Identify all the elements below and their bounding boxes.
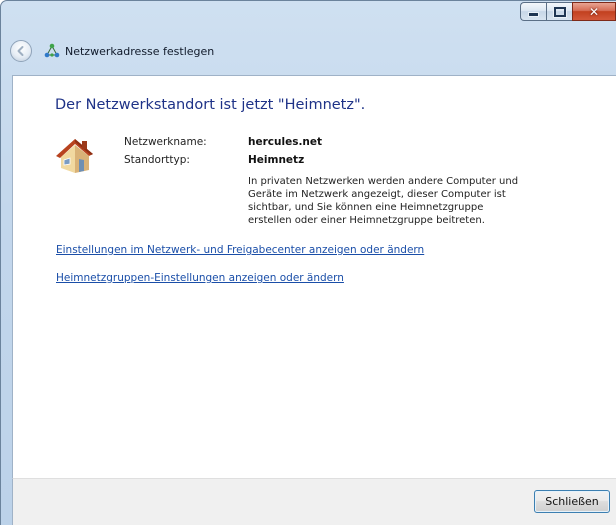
minimize-icon [528,12,539,17]
back-button[interactable] [10,40,32,62]
back-arrow-icon [17,46,24,56]
page-heading: Der Netzwerkstandort ist jetzt "Heimnetz… [55,97,366,113]
dialog-window: ✕ Netzwerkadresse festlegen Der Netzwerk… [0,0,616,525]
dialog-header: Netzwerkadresse festlegen [1,29,616,73]
homegroup-settings-link[interactable]: Heimnetzgruppen-Einstellungen anzeigen o… [56,272,344,284]
location-description: In privaten Netzwerken werden andere Com… [248,175,548,227]
dialog-title: Netzwerkadresse festlegen [65,44,215,58]
close-button[interactable]: Schließen [534,490,610,513]
caption-buttons: ✕ [520,2,616,22]
close-icon: ✕ [588,4,600,19]
network-name-label: Netzwerkname: [124,136,207,148]
content-panel: Der Netzwerkstandort ist jetzt "Heimnetz… [12,75,616,479]
maximize-button[interactable] [546,2,572,21]
house-icon [56,139,93,173]
description-line: In privaten Netzwerken werden andere Com… [248,176,519,187]
minimize-button[interactable] [520,2,546,21]
network-center-link[interactable]: Einstellungen im Netzwerk- und Freigabec… [56,244,424,256]
description-line: erstellen oder einer Heimnetzgruppe beit… [248,215,485,226]
network-name-value: hercules.net [248,136,323,148]
close-window-button[interactable]: ✕ [572,2,616,21]
maximize-icon [553,6,566,17]
dialog-footer: Schließen [12,478,616,525]
description-line: sichtbar, und Sie können eine Heimnetzgr… [248,202,484,213]
network-icon [44,43,60,58]
location-type-value: Heimnetz [248,154,305,166]
location-type-label: Standorttyp: [124,154,190,166]
description-line: Geräte im Netzwerk angezeigt, dieser Com… [248,189,506,200]
